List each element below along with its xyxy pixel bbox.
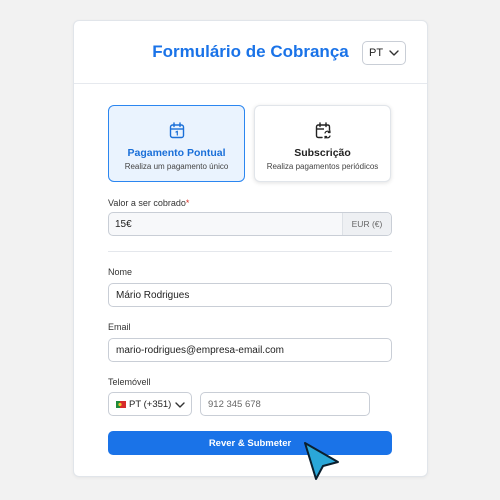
name-value: Mário Rodrigues: [116, 289, 190, 301]
language-select-value: PT: [369, 47, 384, 59]
mouse-cursor-icon: [304, 442, 339, 480]
amount-input[interactable]: 15€ EUR (€): [108, 212, 392, 236]
form-header: Formulário de Cobrança PT: [74, 21, 427, 84]
submit-button-label: Rever & Submeter: [208, 437, 292, 449]
phone-label: Telemóvell: [108, 377, 151, 387]
language-select[interactable]: PT: [362, 41, 406, 65]
name-input[interactable]: Mário Rodrigues: [108, 283, 392, 307]
calendar-icon: [169, 122, 184, 139]
payment-type-label: Subscrição: [294, 147, 351, 159]
submit-button[interactable]: Rever & Submeter: [108, 431, 392, 455]
recurring-calendar-icon: [315, 122, 331, 139]
phone-input[interactable]: 912 345 678: [200, 392, 370, 416]
email-label: Email: [108, 322, 131, 332]
chevron-down-icon: [175, 402, 185, 408]
country-code-value: PT (+351): [129, 398, 172, 410]
payment-type-label: Pagamento Pontual: [127, 147, 226, 159]
name-label: Nome: [108, 267, 133, 277]
currency-addon: EUR (€): [342, 213, 391, 235]
payment-type-description: Realiza pagamentos periódicos: [266, 162, 379, 171]
amount-label-text: Valor a ser cobrado: [108, 198, 186, 208]
payment-type-one-off[interactable]: Pagamento Pontual Realiza um pagamento ú…: [108, 105, 245, 182]
billing-form-card: Formulário de Cobrança PT Pagamento Pont…: [73, 20, 428, 477]
country-code-select[interactable]: PT (+351): [108, 392, 192, 416]
section-divider: [108, 251, 392, 252]
payment-type-description: Realiza um pagamento único: [124, 162, 229, 171]
portugal-flag-icon: [116, 400, 126, 408]
amount-value: 15€: [115, 218, 132, 230]
email-value: mario-rodrigues@empresa-email.com: [116, 344, 284, 356]
chevron-down-icon: [389, 50, 399, 56]
amount-label: Valor a ser cobrado*: [108, 198, 189, 208]
email-input[interactable]: mario-rodrigues@empresa-email.com: [108, 338, 392, 362]
phone-placeholder: 912 345 678: [208, 398, 261, 410]
required-marker: *: [185, 198, 190, 208]
payment-type-subscription[interactable]: Subscrição Realiza pagamentos periódicos: [254, 105, 391, 182]
